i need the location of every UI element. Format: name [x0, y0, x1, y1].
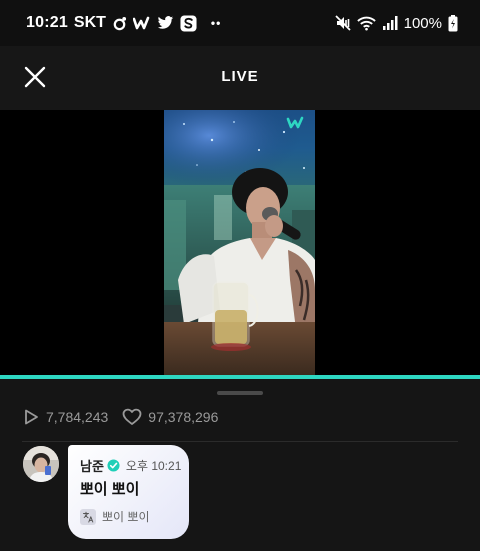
- comment-header: 남준 오후 10:21: [80, 456, 181, 475]
- play-count: 7,784,243: [22, 408, 108, 426]
- avatar[interactable]: [23, 446, 59, 482]
- battery-percent: 100%: [403, 14, 442, 32]
- top-bar: LIVE: [0, 46, 480, 110]
- mute-vibrate-icon: [334, 15, 351, 31]
- status-left: 10:21 SKT ••: [26, 14, 221, 32]
- status-bar: 10:21 SKT •• 100%: [0, 0, 480, 46]
- heart-icon[interactable]: [122, 408, 142, 426]
- like-count-value: 97,378,296: [148, 409, 219, 425]
- comment-bubble[interactable]: 남준 오후 10:21 뽀이 뽀이 뽀이 뽀이: [68, 445, 189, 539]
- comment-text: 뽀이 뽀이: [80, 481, 140, 498]
- weverse-icon: [132, 16, 151, 30]
- sheet-drag-handle[interactable]: [217, 391, 263, 395]
- status-time: 10:21: [26, 14, 68, 31]
- play-icon: [25, 409, 38, 425]
- twitter-icon: [157, 16, 174, 30]
- video-progress-bar[interactable]: [0, 375, 480, 379]
- overflow-dots: ••: [210, 16, 222, 30]
- battery-icon: [448, 14, 458, 32]
- video-player[interactable]: [0, 110, 480, 376]
- like-count: 97,378,296: [122, 408, 218, 426]
- avatar-image: [23, 446, 59, 482]
- comment-time: 오후 10:21: [125, 459, 182, 473]
- video-scene: [164, 110, 315, 376]
- stats-row: 7,784,243 97,378,296: [22, 406, 232, 428]
- page-title: LIVE: [221, 68, 259, 85]
- translation-text: 뽀이 뽀이: [102, 510, 150, 524]
- wifi-icon: [356, 15, 376, 31]
- signal-icon: [382, 15, 398, 31]
- status-right: 100%: [334, 14, 458, 32]
- play-count-value: 7,784,243: [46, 409, 109, 425]
- video-progress-fill: [0, 375, 480, 379]
- comment-author[interactable]: 남준: [80, 456, 104, 475]
- translation-row[interactable]: 뽀이 뽀이: [80, 508, 150, 525]
- video-frame[interactable]: [164, 110, 315, 376]
- status-carrier: SKT: [73, 14, 106, 31]
- threads-icon: [112, 16, 127, 31]
- verified-badge-icon: [107, 459, 120, 472]
- divider: [22, 441, 458, 442]
- s-app-icon: [180, 14, 197, 32]
- translate-icon: [80, 508, 96, 525]
